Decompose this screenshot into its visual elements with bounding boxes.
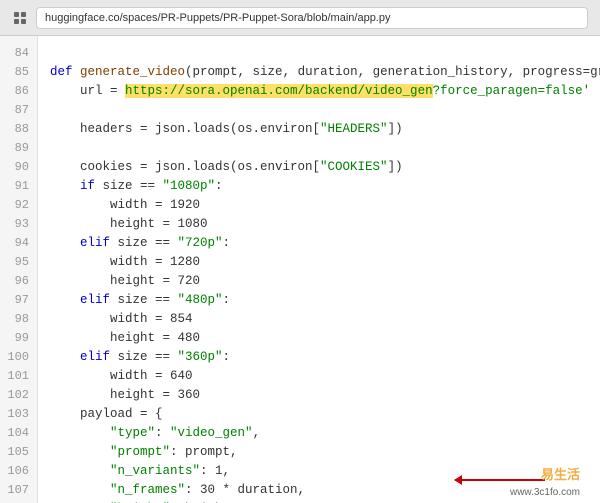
code-line: height = 1080 bbox=[50, 215, 600, 234]
line-number: 106 bbox=[0, 462, 37, 481]
code-line: elif size == "360p": bbox=[50, 348, 600, 367]
code-line bbox=[50, 44, 600, 63]
line-number: 101 bbox=[0, 367, 37, 386]
code-lines: def generate_video(prompt, size, duratio… bbox=[38, 36, 600, 503]
line-number: 104 bbox=[0, 424, 37, 443]
url-bar[interactable]: huggingface.co/spaces/PR-Puppets/PR-Pupp… bbox=[36, 7, 588, 29]
line-number: 96 bbox=[0, 272, 37, 291]
code-area: 8485868788899091929394959697989910010110… bbox=[0, 36, 600, 503]
line-number: 99 bbox=[0, 329, 37, 348]
browser-bar: huggingface.co/spaces/PR-Puppets/PR-Pupp… bbox=[0, 0, 600, 36]
line-number: 90 bbox=[0, 158, 37, 177]
watermark: 易生活 bbox=[541, 464, 580, 483]
code-line: url = https://sora.openai.com/backend/vi… bbox=[50, 82, 600, 101]
line-number: 103 bbox=[0, 405, 37, 424]
line-number: 87 bbox=[0, 101, 37, 120]
code-line: "type": "video_gen", bbox=[50, 424, 600, 443]
code-line: elif size == "720p": bbox=[50, 234, 600, 253]
line-number: 92 bbox=[0, 196, 37, 215]
arrow-annotation bbox=[455, 479, 545, 481]
code-line bbox=[50, 101, 600, 120]
code-line: width = 1920 bbox=[50, 196, 600, 215]
line-number: 97 bbox=[0, 291, 37, 310]
code-line: height = 480 bbox=[50, 329, 600, 348]
line-number: 88 bbox=[0, 120, 37, 139]
url-text: huggingface.co/spaces/PR-Puppets/PR-Pupp… bbox=[45, 12, 391, 24]
code-line: width = 640 bbox=[50, 367, 600, 386]
line-numbers: 8485868788899091929394959697989910010110… bbox=[0, 36, 38, 503]
line-number: 98 bbox=[0, 310, 37, 329]
code-line: headers = json.loads(os.environ["HEADERS… bbox=[50, 120, 600, 139]
code-container: 8485868788899091929394959697989910010110… bbox=[0, 36, 600, 503]
code-line: width = 1280 bbox=[50, 253, 600, 272]
line-number: 102 bbox=[0, 386, 37, 405]
code-line: elif size == "480p": bbox=[50, 291, 600, 310]
line-number: 93 bbox=[0, 215, 37, 234]
line-number: 89 bbox=[0, 139, 37, 158]
line-number: 86 bbox=[0, 82, 37, 101]
browser-icon bbox=[12, 10, 28, 26]
line-number: 91 bbox=[0, 177, 37, 196]
code-line: width = 854 bbox=[50, 310, 600, 329]
code-line: height = 360 bbox=[50, 386, 600, 405]
line-number: 95 bbox=[0, 253, 37, 272]
line-number: 94 bbox=[0, 234, 37, 253]
line-number: 85 bbox=[0, 63, 37, 82]
code-line: cookies = json.loads(os.environ["COOKIES… bbox=[50, 158, 600, 177]
watermark-sub: www.3c1fo.com bbox=[510, 487, 580, 498]
code-line: def generate_video(prompt, size, duratio… bbox=[50, 63, 600, 82]
line-number: 100 bbox=[0, 348, 37, 367]
code-line: height = 720 bbox=[50, 272, 600, 291]
code-line: if size == "1080p": bbox=[50, 177, 600, 196]
line-number: 84 bbox=[0, 44, 37, 63]
code-line: "prompt": prompt, bbox=[50, 443, 600, 462]
code-line: payload = { bbox=[50, 405, 600, 424]
code-line bbox=[50, 139, 600, 158]
line-number: 107 bbox=[0, 481, 37, 500]
line-number: 105 bbox=[0, 443, 37, 462]
